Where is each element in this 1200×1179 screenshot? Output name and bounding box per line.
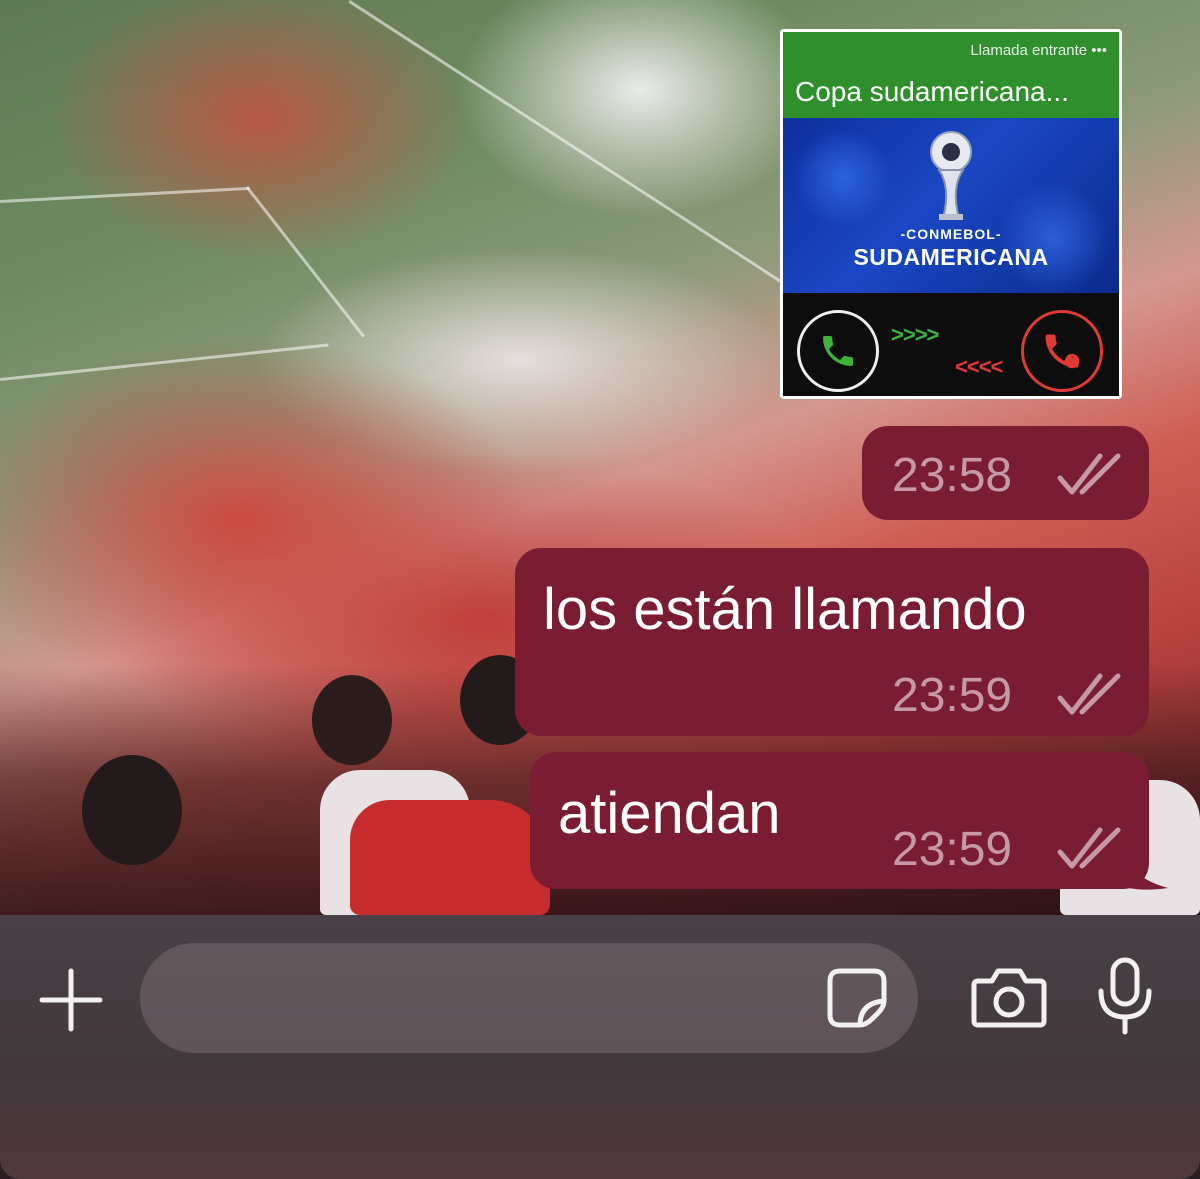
caller-logo: -CONMEBOL- SUDAMERICANA (783, 118, 1119, 293)
read-receipt-icon (1057, 673, 1121, 715)
flag (350, 800, 550, 915)
trophy-icon (930, 131, 972, 220)
caller-name: Copa sudamericana... (795, 76, 1069, 107)
fan (82, 755, 182, 865)
read-receipt-icon (1057, 827, 1121, 869)
message-composer (0, 915, 1200, 1179)
message-text: los están llamando (543, 577, 1027, 642)
phone-accept-icon (823, 336, 853, 366)
message-text: atiendan (558, 781, 781, 846)
accept-call-button[interactable] (797, 310, 879, 392)
logo-conmebol: -CONMEBOL- (900, 226, 1002, 242)
read-receipt-icon (1057, 453, 1121, 495)
call-actions: >>>> <<<< (783, 296, 1119, 396)
pitch-line (245, 186, 365, 338)
reject-call-button[interactable] (1021, 310, 1103, 392)
message-time: 23:59 (892, 823, 1013, 876)
bubble-tail (1120, 848, 1168, 890)
sticker-icon[interactable] (826, 967, 888, 1029)
logo-sudamericana: SUDAMERICANA (853, 244, 1049, 270)
swipe-left-arrows-icon: <<<< (955, 354, 1003, 379)
message-bubble[interactable]: los están llamando 23:59 (515, 548, 1149, 736)
message-time: 23:59 (892, 669, 1013, 722)
call-header: Llamada entrante ••• Copa sudamericana..… (783, 32, 1119, 118)
microphone-icon[interactable] (1096, 957, 1154, 1035)
pitch-line (348, 0, 787, 286)
pitch-line (0, 186, 250, 203)
call-screen: Llamada entrante ••• Copa sudamericana..… (783, 32, 1119, 396)
call-status: Llamada entrante ••• (970, 42, 1107, 59)
message-time: 23:58 (892, 449, 1013, 502)
fan (312, 675, 392, 765)
message-bubble[interactable]: 23:58 (862, 426, 1149, 520)
camera-icon[interactable] (970, 967, 1048, 1029)
phone-reject-icon (1045, 334, 1080, 369)
plus-icon[interactable] (38, 967, 104, 1033)
swipe-right-arrows-icon: >>>> (891, 322, 939, 347)
incoming-call-sticker[interactable]: Llamada entrante ••• Copa sudamericana..… (780, 29, 1122, 399)
pitch-line (0, 343, 329, 381)
message-bubble[interactable]: atiendan 23:59 (530, 752, 1149, 889)
message-input[interactable] (140, 943, 918, 1053)
